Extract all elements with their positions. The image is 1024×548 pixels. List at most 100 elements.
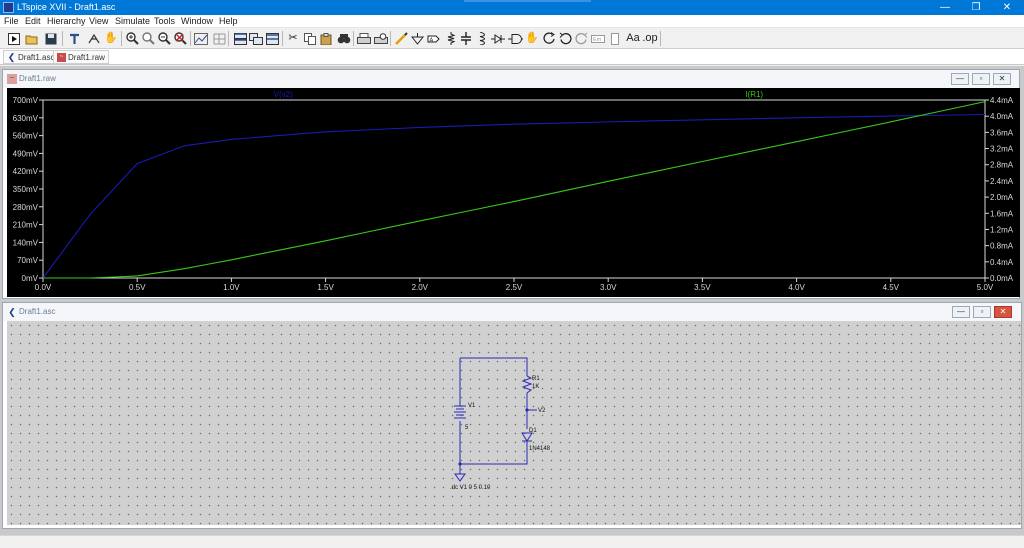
waveform-maximize-button[interactable]: ▫ — [972, 73, 990, 85]
r1-value-label[interactable]: 1K — [532, 384, 539, 390]
schematic-drawing[interactable]: R1 1K V1 5 V2 D1 1N4148 .dc V1 0 5 0.10 — [7, 321, 1021, 525]
find-icon[interactable] — [336, 31, 352, 46]
schematic-minimize-button[interactable]: — — [952, 306, 970, 318]
menu-edit[interactable]: Edit — [25, 15, 41, 28]
menu-simulate[interactable]: Simulate — [115, 15, 150, 28]
waveform-window: ~ Draft1.raw — ▫ ✕ 0mV 70mV 140mV 210mV 280m… — [2, 69, 1020, 299]
mdi-workspace: ~ Draft1.raw — ▫ ✕ 0mV 70mV 140mV 210mV 280m… — [0, 66, 1024, 535]
menu-file[interactable]: File — [4, 15, 19, 28]
move-icon[interactable]: ✋ — [524, 31, 540, 46]
wire-top[interactable] — [460, 357, 528, 376]
drag-icon[interactable] — [541, 31, 557, 46]
copy-icon[interactable] — [302, 31, 318, 46]
capacitor-icon[interactable] — [458, 31, 474, 46]
x-tick-label: 5.0V — [977, 283, 994, 292]
tab-draft1-raw[interactable]: ~ Draft1.raw — [53, 50, 109, 64]
halt-icon[interactable] — [86, 31, 102, 46]
minimize-button[interactable]: — — [930, 0, 960, 15]
control-panel-icon[interactable] — [66, 31, 82, 46]
schematic-close-button[interactable]: ✕ — [994, 306, 1012, 318]
undo-icon[interactable] — [557, 31, 573, 46]
spice-directive-icon[interactable]: .op — [642, 31, 658, 46]
ground-symbol[interactable] — [454, 473, 466, 482]
waveform-minimize-button[interactable]: — — [951, 73, 969, 85]
schematic-canvas[interactable]: R1 1K V1 5 V2 D1 1N4148 .dc V1 0 5 0.10 — [7, 321, 1021, 525]
print-preview-icon[interactable] — [373, 31, 389, 46]
cut-icon[interactable]: ✂ — [285, 31, 301, 46]
menu-tools[interactable]: Tools — [154, 15, 175, 28]
y-right-tick-label: 3.6mA — [990, 128, 1014, 137]
label-net-icon[interactable]: A — [425, 31, 441, 46]
pan-hand-icon[interactable]: ✋ — [103, 31, 119, 46]
tab-draft1-asc[interactable]: ❮ Draft1.asc — [3, 50, 59, 64]
document-tabs: ❮ Draft1.asc ~ Draft1.raw — [0, 49, 1024, 65]
cascade-icon[interactable] — [248, 31, 264, 46]
d1-value-label[interactable]: 1N4148 — [529, 446, 551, 452]
waveform-plot-area[interactable]: 0mV 70mV 140mV 210mV 280mV 350mV 420mV 490mV 560… — [7, 88, 1020, 297]
svg-text:A: A — [429, 37, 433, 43]
v1-value-label[interactable]: 5 — [465, 425, 469, 431]
toolbar-separator — [282, 31, 283, 46]
resistor-icon[interactable] — [443, 31, 459, 46]
print-icon[interactable] — [356, 31, 372, 46]
toolbar-separator — [353, 31, 354, 46]
y-right-tick-label: 4.4mA — [990, 96, 1014, 105]
resistor-r1[interactable] — [521, 375, 533, 394]
run-icon[interactable] — [6, 31, 22, 46]
menu-view[interactable]: View — [89, 15, 108, 28]
wire-d1-bottom[interactable] — [460, 446, 528, 465]
open-icon[interactable] — [24, 31, 40, 46]
draw-wire-icon[interactable] — [393, 31, 409, 46]
zoom-fit-icon[interactable] — [156, 31, 172, 46]
paste-icon[interactable] — [318, 31, 334, 46]
zoom-out-icon[interactable] — [140, 31, 156, 46]
y-right-tick-label: 0.0mA — [990, 274, 1014, 283]
toolbar-separator — [390, 31, 391, 46]
waveform-chart[interactable]: 0mV 70mV 140mV 210mV 280mV 350mV 420mV 490mV 560… — [7, 88, 1020, 297]
d1-ref-label[interactable]: D1 — [529, 428, 537, 434]
menu-help[interactable]: Help — [219, 15, 238, 28]
zoom-cancel-icon[interactable] — [172, 31, 188, 46]
ground-icon[interactable] — [409, 31, 425, 46]
y-right-tick-label: 1.6mA — [990, 209, 1014, 218]
y-left-tick-label: 350mV — [13, 185, 39, 194]
autorange-icon[interactable] — [193, 31, 209, 46]
v1-ref-label[interactable]: V1 — [468, 403, 476, 409]
schematic-maximize-button[interactable]: ▫ — [973, 306, 991, 318]
mirror-icon[interactable] — [607, 31, 623, 46]
tile-horizontal-icon[interactable] — [232, 31, 248, 46]
y-left-tick-label: 70mV — [17, 256, 39, 265]
schematic-icon: ❮ — [7, 52, 16, 62]
component-icon[interactable] — [507, 31, 523, 46]
toolbar-separator — [121, 31, 122, 46]
grid-icon[interactable] — [211, 31, 227, 46]
net-label-v2[interactable]: V2 — [538, 408, 546, 414]
y-left-tick-label: 140mV — [13, 238, 39, 247]
waveform-icon: ~ — [57, 53, 66, 62]
r1-ref-label[interactable]: R1 — [532, 376, 540, 382]
spice-directive[interactable]: .dc V1 0 5 0.10 — [450, 485, 491, 491]
y-right-tick-label: 3.2mA — [990, 145, 1014, 154]
schematic-window-titlebar[interactable]: ❮ Draft1.asc — ▫ ✕ — [3, 303, 1021, 321]
menu-hierarchy[interactable]: Hierarchy — [47, 15, 86, 28]
inductor-icon[interactable] — [474, 31, 490, 46]
waveform-close-button[interactable]: ✕ — [993, 73, 1011, 85]
save-icon[interactable] — [43, 31, 59, 46]
voltage-source-v1[interactable] — [454, 405, 466, 419]
menu-window[interactable]: Window — [181, 15, 213, 28]
plot-frame — [42, 99, 986, 279]
redo-icon[interactable] — [573, 31, 589, 46]
maximize-button[interactable]: ❐ — [961, 0, 991, 15]
close-button[interactable]: ✕ — [992, 0, 1022, 15]
tile-vertical-icon[interactable] — [264, 31, 280, 46]
waveform-window-titlebar[interactable]: ~ Draft1.raw — ▫ ✕ — [3, 70, 1019, 88]
status-bar — [0, 535, 1024, 548]
rotate-icon[interactable]: Em — [590, 31, 606, 46]
x-tick-label: 4.5V — [883, 283, 900, 292]
toolbar-separator — [660, 31, 661, 46]
zoom-in-icon[interactable] — [124, 31, 140, 46]
x-tick-label: 4.0V — [788, 283, 805, 292]
diode-d1[interactable] — [521, 432, 533, 446]
diode-icon[interactable] — [490, 31, 506, 46]
text-icon[interactable]: Aa — [625, 31, 641, 46]
